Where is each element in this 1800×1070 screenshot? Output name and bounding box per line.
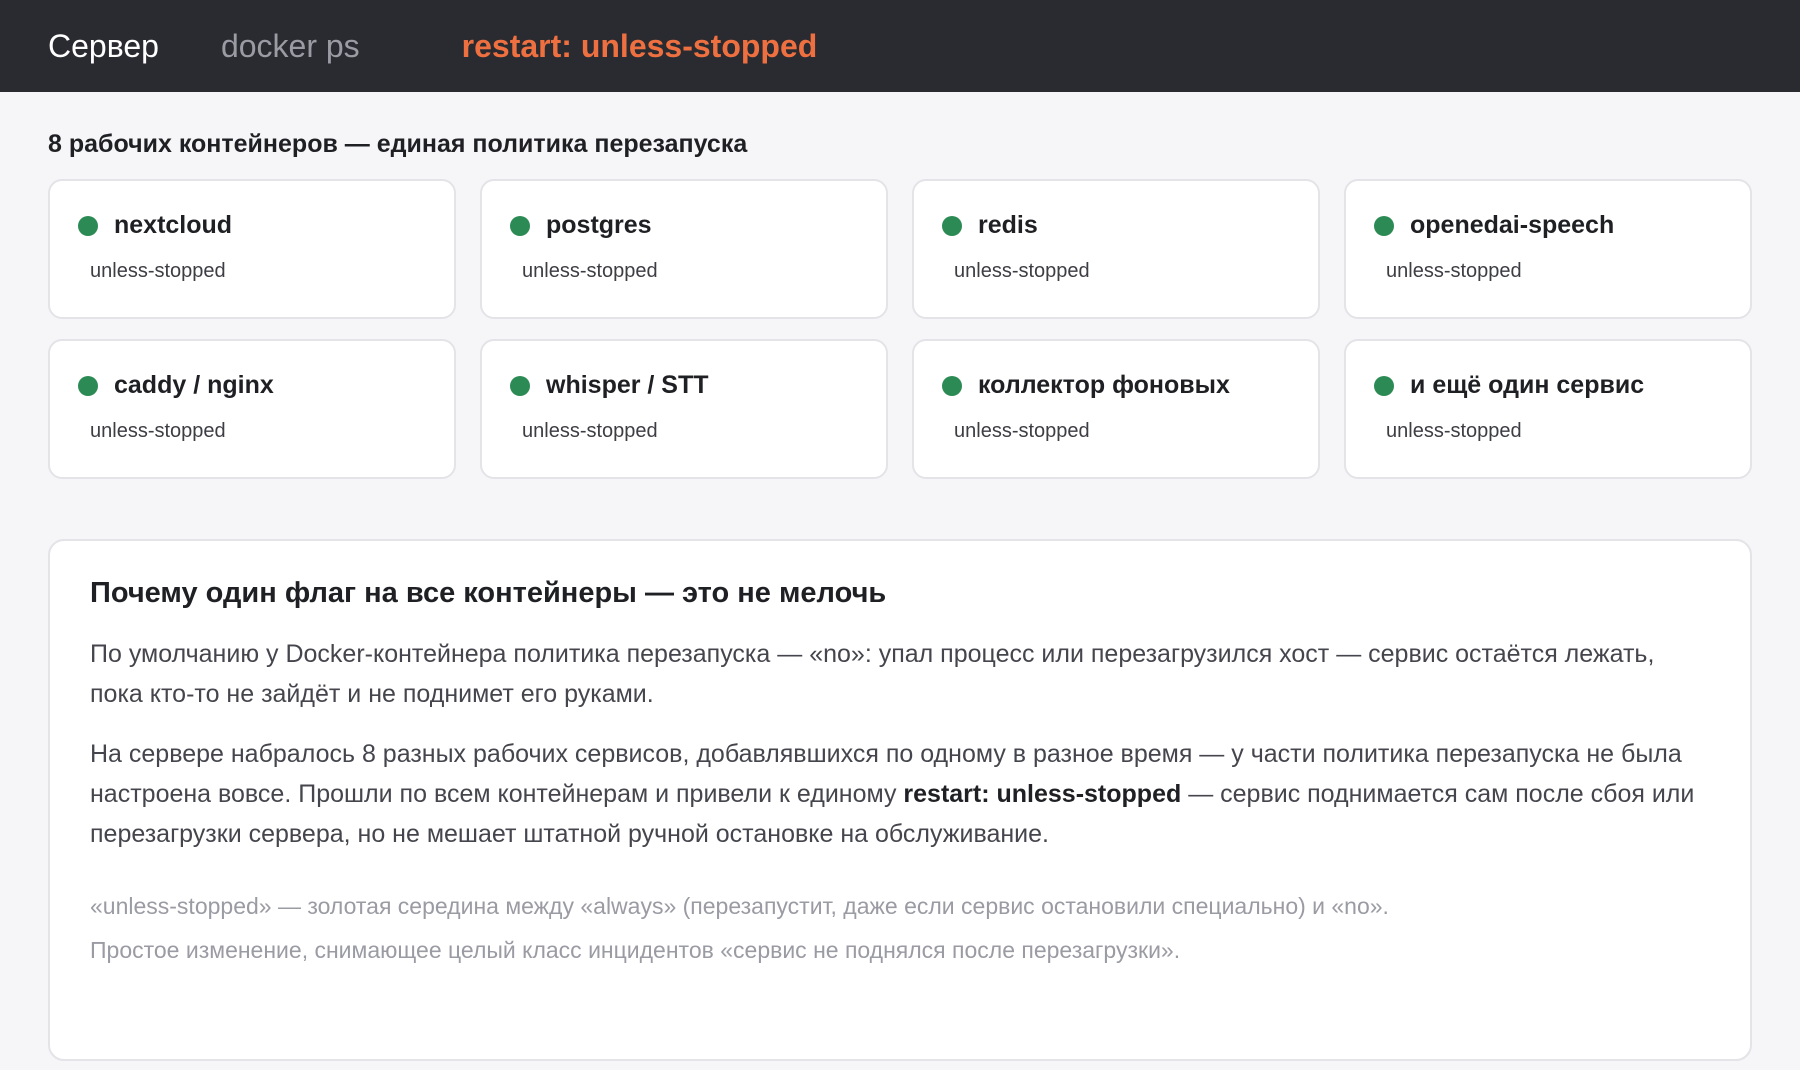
container-name: nextcloud [114, 211, 233, 239]
container-policy: unless-stopped [522, 260, 658, 282]
status-running-icon [1374, 375, 1394, 396]
status-running-icon [1374, 215, 1394, 236]
container-policy: unless-stopped [522, 420, 658, 442]
main-content: 8 рабочих контейнеров — единая политика … [0, 130, 1800, 1061]
nav-restart-policy[interactable]: restart: unless-stopped [462, 28, 818, 65]
container-policy: unless-stopped [954, 420, 1090, 442]
container-card: и ещё один сервис unless-stopped [1344, 339, 1752, 479]
nav-server[interactable]: Сервер [48, 28, 159, 65]
container-name: и ещё один сервис [1410, 371, 1645, 399]
container-grid: nextcloud unless-stopped postgres unless… [48, 179, 1752, 479]
container-policy: unless-stopped [90, 260, 226, 282]
container-card: postgres unless-stopped [480, 179, 888, 319]
container-card: redis unless-stopped [912, 179, 1320, 319]
note-simple-change: Простое изменение, снимающее целый класс… [90, 937, 1181, 963]
top-navigation: Сервер docker ps restart: unless-stopped [0, 0, 1800, 92]
container-card: caddy / nginx unless-stopped [48, 339, 456, 479]
status-running-icon [78, 375, 98, 396]
status-running-icon [942, 375, 962, 396]
container-policy: unless-stopped [954, 260, 1090, 282]
container-name: postgres [546, 211, 652, 239]
container-card: whisper / STT unless-stopped [480, 339, 888, 479]
section-title: 8 рабочих контейнеров — единая политика … [48, 130, 748, 158]
container-name: whisper / STT [546, 371, 709, 399]
paragraph-default-policy: По умолчанию у Docker-контейнера политик… [90, 640, 1655, 708]
status-running-icon [78, 215, 98, 236]
container-card: nextcloud unless-stopped [48, 179, 456, 319]
container-policy: unless-stopped [1386, 260, 1522, 282]
container-name: openedai-speech [1410, 211, 1615, 239]
container-card: коллектор фоновых unless-stopped [912, 339, 1320, 479]
container-name: коллектор фоновых [978, 371, 1230, 399]
paragraph-unified-policy: На сервере набралось 8 разных рабочих се… [90, 734, 1710, 854]
explanation-panel: Почему один флаг на все контейнеры — это… [48, 539, 1752, 1061]
status-running-icon [510, 375, 530, 396]
container-policy: unless-stopped [1386, 420, 1522, 442]
nav-docker-ps[interactable]: docker ps [221, 28, 360, 65]
status-running-icon [942, 215, 962, 236]
container-name: caddy / nginx [114, 371, 274, 399]
container-name: redis [978, 211, 1038, 239]
note-unless-stopped: «unless-stopped» — золотая середина межд… [90, 893, 1389, 919]
container-policy: unless-stopped [90, 420, 226, 442]
policy-highlight: restart: unless-stopped [903, 780, 1182, 808]
panel-title: Почему один флаг на все контейнеры — это… [90, 577, 887, 609]
status-running-icon [510, 215, 530, 236]
container-card: openedai-speech unless-stopped [1344, 179, 1752, 319]
